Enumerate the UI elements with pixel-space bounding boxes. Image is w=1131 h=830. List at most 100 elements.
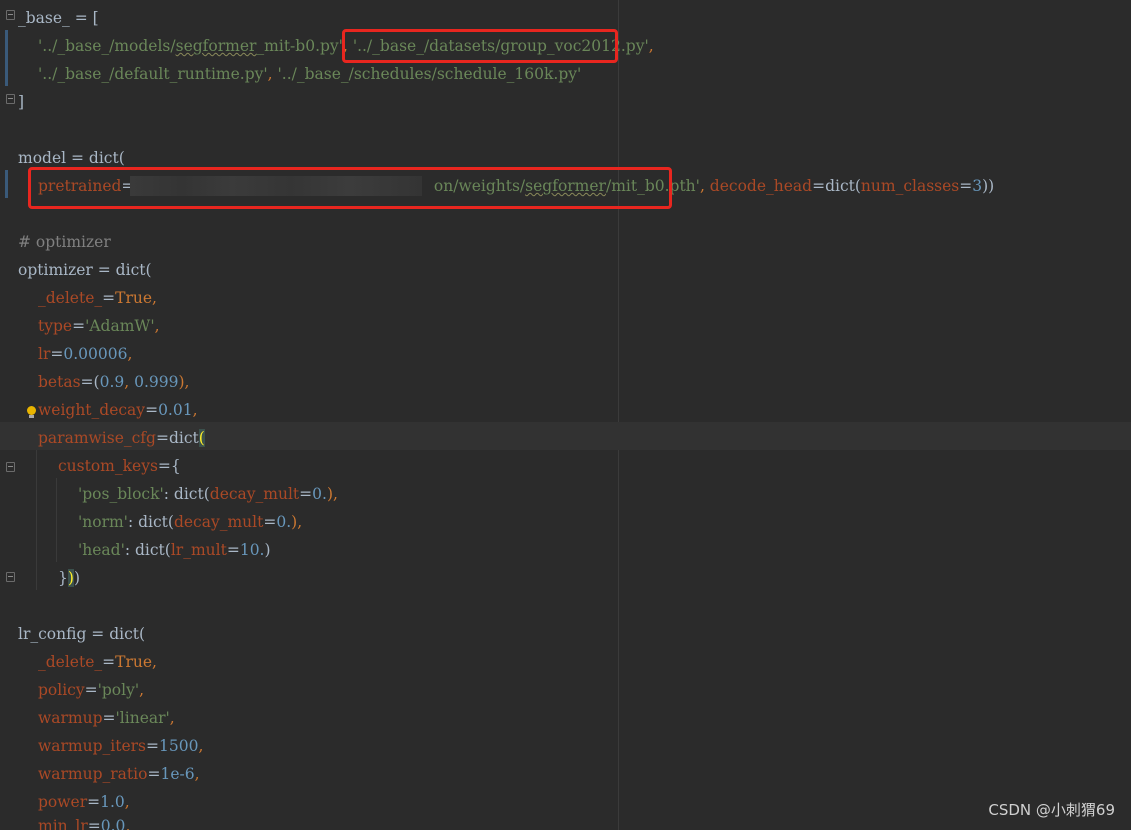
code-token: 10. <box>239 541 265 559</box>
code-line[interactable]: lr_config = dict( <box>18 620 145 648</box>
watermark: CSDN @小刺猬69 <box>988 801 1115 819</box>
code-token: =dict( <box>812 177 861 195</box>
code-token: ) <box>264 541 271 559</box>
code-token: , <box>267 65 278 83</box>
code-token: True <box>115 289 153 307</box>
code-token: _delete_ <box>38 289 103 307</box>
code-line[interactable]: min_lr=0.0, <box>38 812 130 830</box>
code-line[interactable]: ] <box>18 88 24 116</box>
code-token: = <box>299 485 313 503</box>
code-token: = <box>84 681 98 699</box>
code-token: = <box>102 653 116 671</box>
code-token: policy <box>38 681 85 699</box>
code-token: = <box>87 817 101 830</box>
highlight-box-dataset <box>342 29 618 63</box>
code-line[interactable]: custom_keys={ <box>58 452 181 480</box>
code-token: = <box>87 793 101 811</box>
code-line[interactable]: '../_base_/default_runtime.py', '../_bas… <box>38 60 581 88</box>
code-token: 'head' <box>78 541 125 559</box>
code-token: 'AdamW' <box>85 317 155 335</box>
code-token: 0. <box>312 485 327 503</box>
fold-icon[interactable] <box>6 572 15 582</box>
highlight-box-pretrained <box>28 167 672 209</box>
code-line[interactable]: # optimizer <box>18 228 111 256</box>
code-token: decode_head <box>709 177 813 195</box>
code-token: 0. <box>276 513 292 531</box>
code-token: 3 <box>972 177 983 195</box>
fold-icon[interactable] <box>6 94 15 104</box>
code-token: min_lr <box>38 817 88 830</box>
code-line[interactable]: warmup='linear', <box>38 704 175 732</box>
fold-icon[interactable] <box>6 462 15 472</box>
code-token: 0.0 <box>100 817 126 830</box>
code-token: ={ <box>157 457 181 475</box>
code-token: , <box>169 709 175 727</box>
code-token: =dict <box>155 429 199 447</box>
code-token: 'poly' <box>97 681 140 699</box>
change-marker <box>5 30 8 86</box>
code-token: 'pos_block' <box>78 485 164 503</box>
code-token: , <box>648 37 654 55</box>
code-token: 0.01 <box>158 401 193 419</box>
code-line[interactable]: _base_ = [ <box>18 4 99 32</box>
code-token: lr_config = dict( <box>18 625 146 643</box>
code-line[interactable]: weight_decay=0.01, <box>38 396 198 424</box>
code-token: = <box>102 709 116 727</box>
code-token: segformer <box>175 37 257 55</box>
code-line[interactable]: betas=(0.9, 0.999), <box>38 368 189 396</box>
code-token: _delete_ <box>38 653 103 671</box>
code-token: , <box>124 793 130 811</box>
code-token: = <box>147 765 161 783</box>
code-token: 1e-6 <box>160 765 195 783</box>
code-token: 0.00006 <box>63 345 128 363</box>
indent-guide <box>56 478 57 562</box>
code-token: 'linear' <box>115 709 170 727</box>
code-line[interactable]: })) <box>58 564 80 592</box>
code-token: ) <box>73 569 80 587</box>
code-token: 1500 <box>159 737 199 755</box>
change-marker <box>5 170 8 198</box>
code-line[interactable]: policy='poly', <box>38 676 144 704</box>
code-token: = <box>50 345 64 363</box>
code-token: optimizer = dict( <box>18 261 152 279</box>
code-comment: # optimizer <box>18 233 111 251</box>
code-token: warmup_iters <box>38 737 146 755</box>
code-token: '../_base_/models/ <box>38 37 176 55</box>
code-token: ), <box>326 485 338 503</box>
fold-icon[interactable] <box>6 10 15 20</box>
code-token: 0.9 <box>99 373 125 391</box>
code-line[interactable]: _delete_=True, <box>38 284 157 312</box>
code-token: , <box>124 373 135 391</box>
code-token: True <box>115 653 153 671</box>
code-line[interactable]: type='AdamW', <box>38 312 160 340</box>
code-token: lr_mult <box>170 541 227 559</box>
code-line[interactable]: warmup_iters=1500, <box>38 732 203 760</box>
code-token: warmup <box>38 709 103 727</box>
code-line[interactable]: paramwise_cfg=dict( <box>38 424 205 452</box>
code-token: = <box>146 737 159 755</box>
code-line[interactable]: optimizer = dict( <box>18 256 152 284</box>
code-line[interactable]: lr=0.00006, <box>38 340 132 368</box>
code-token: , <box>125 817 131 830</box>
matched-brace: ( <box>198 429 205 447</box>
code-token: : dict( <box>124 541 171 559</box>
code-token: 'norm' <box>78 513 128 531</box>
code-line[interactable]: _delete_=True, <box>38 648 157 676</box>
code-token: warmup_ratio <box>38 765 148 783</box>
code-token: , <box>152 653 157 671</box>
lightbulb-icon[interactable] <box>27 406 36 418</box>
code-token: = <box>72 317 86 335</box>
code-token: num_classes <box>860 177 960 195</box>
code-token: _mit-b0.py' <box>256 37 343 55</box>
code-line[interactable]: 'head': dict(lr_mult=10.) <box>78 536 271 564</box>
code-line[interactable]: 'pos_block': dict(decay_mult=0.), <box>78 480 338 508</box>
code-token: : dict( <box>163 485 210 503</box>
code-token: = <box>102 289 116 307</box>
code-token: weight_decay <box>38 401 146 419</box>
code-token: } <box>58 569 68 587</box>
code-editor[interactable]: _base_ = [ '../_base_/models/segformer_m… <box>0 0 1131 830</box>
code-line[interactable]: 'norm': dict(decay_mult=0.), <box>78 508 302 536</box>
code-token: , <box>198 737 204 755</box>
code-token: paramwise_cfg <box>38 429 156 447</box>
code-line[interactable]: warmup_ratio=1e-6, <box>38 760 200 788</box>
